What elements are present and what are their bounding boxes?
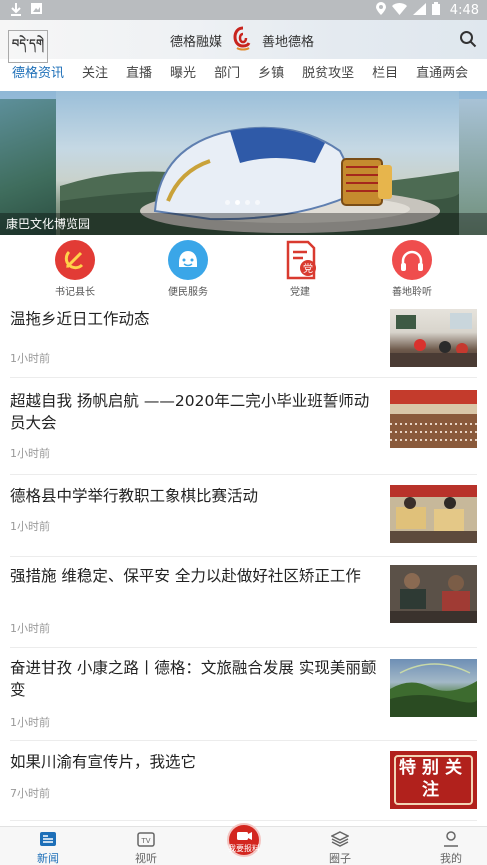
shortcut-label: 便民服务 (168, 287, 208, 298)
nav-label: 新闻 (37, 852, 59, 865)
nav-me[interactable]: 我的 (421, 831, 481, 865)
bottom-navigation: 新闻 TV 视听 我要报料 圈子 我的 (0, 823, 487, 865)
tab-xiangzhen[interactable]: 乡镇 (258, 59, 284, 91)
app-logo-icon (233, 26, 253, 52)
category-tabs: 德格资讯 关注 直播 曝光 部门 乡镇 脱贫攻坚 栏目 直通两会 (0, 59, 487, 91)
news-title: 超越自我 扬帆启航 ——2020年二完小毕业班誓师动员大会 (10, 392, 370, 432)
landscape-photo (390, 659, 477, 717)
nav-news[interactable]: 新闻 (18, 831, 78, 865)
tab-baoguang[interactable]: 曝光 (170, 59, 196, 91)
news-time: 1小时前 (10, 622, 50, 635)
headphones-icon (392, 240, 432, 280)
news-title: 德格县中学举行教职工象棋比赛活动 (10, 487, 259, 505)
tab-zhitong[interactable]: 直通两会 (416, 59, 468, 91)
banner-caption: 康巴文化博览园 (6, 217, 91, 231)
news-time: 1小时前 (10, 447, 50, 460)
tab-tuopin[interactable]: 脱贫攻坚 (302, 59, 354, 91)
carousel-indicator (225, 200, 260, 205)
svg-text:TV: TV (140, 837, 150, 845)
svg-text:党: 党 (303, 262, 313, 275)
nav-circle[interactable]: 圈子 (310, 831, 370, 865)
tab-degezixun[interactable]: 德格资讯 (12, 59, 64, 91)
news-time: 1小时前 (10, 352, 50, 365)
shortcut-shandilingting[interactable]: 善地聆听 (377, 240, 447, 298)
report-label: 我要报料 (228, 844, 260, 853)
search-icon[interactable] (459, 30, 477, 48)
tab-lanmu[interactable]: 栏目 (372, 59, 398, 91)
news-icon (39, 831, 57, 847)
carousel-dot[interactable] (245, 200, 250, 205)
shortcut-dangjian[interactable]: 党 党建 (265, 240, 335, 298)
clock: 4:48 (449, 3, 479, 18)
nav-label: 我的 (440, 852, 462, 865)
layers-icon (330, 831, 350, 847)
news-item[interactable]: 超越自我 扬帆启航 ——2020年二完小毕业班誓师动员大会 1小时前 (10, 390, 477, 475)
news-item[interactable]: 德格县中学举行教职工象棋比赛活动 1小时前 (10, 485, 477, 557)
news-title: 温拖乡近日工作动态 (10, 310, 150, 328)
special-focus-photo: 特别关注 (390, 751, 477, 809)
shortcut-bar: 书记县长 便民服务 党 党建 善地聆听 (0, 240, 487, 300)
tab-bumen[interactable]: 部门 (214, 59, 240, 91)
news-item[interactable]: 强措施 维稳定、保平安 全力以赴做好社区矫正工作 1小时前 (10, 565, 477, 648)
nav-tv[interactable]: TV 视听 (116, 831, 176, 865)
tab-guanzhu[interactable]: 关注 (82, 59, 108, 91)
shortcut-label: 党建 (290, 287, 310, 298)
tv-icon: TV (137, 831, 155, 847)
classroom-photo (390, 309, 477, 367)
assembly-photo (390, 390, 477, 448)
news-time: 7小时前 (10, 787, 50, 800)
wifi-icon (391, 2, 407, 19)
app-header: བདེ་དགེ 德格融媒 善地德格 (0, 20, 487, 63)
news-title: 如果川渝有宣传片，我选它 (10, 753, 197, 771)
news-time: 1小时前 (10, 520, 50, 533)
chess-photo (390, 485, 477, 543)
shortcut-label: 书记县长 (55, 287, 95, 298)
battery-icon (431, 2, 440, 19)
shortcut-shujixianzhang[interactable]: 书记县长 (40, 240, 110, 298)
status-bar: 4:48 (0, 0, 487, 20)
nav-label: 圈子 (329, 852, 351, 865)
user-icon (442, 831, 460, 847)
nav-label: 视听 (135, 852, 157, 865)
brand-left-text: 德格融媒 (170, 35, 223, 50)
party-building-icon: 党 (280, 240, 320, 280)
news-title: 强措施 维稳定、保平安 全力以赴做好社区矫正工作 (10, 567, 361, 585)
location-icon (375, 2, 386, 19)
carousel-dot[interactable] (225, 200, 230, 205)
news-item[interactable]: 如果川渝有宣传片，我选它 7小时前 特别关注 (10, 751, 477, 821)
news-item[interactable]: 温拖乡近日工作动态 1小时前 (10, 308, 477, 378)
carousel-dot-active[interactable] (235, 200, 240, 205)
shortcut-label: 善地聆听 (392, 287, 432, 298)
brand-right-text: 善地德格 (262, 35, 315, 50)
download-icon (10, 2, 22, 20)
party-emblem-icon (55, 240, 95, 280)
news-item[interactable]: 奋进甘孜 小康之路丨德格：文旅融合发展 实现美丽颤变 1小时前 (10, 657, 477, 741)
news-time: 1小时前 (10, 716, 50, 729)
special-focus-text: 特别关注 (399, 758, 468, 800)
tab-zhibo[interactable]: 直播 (126, 59, 152, 91)
signal-icon (412, 2, 426, 19)
news-title: 奋进甘孜 小康之路丨德格：文旅融合发展 实现美丽颤变 (10, 659, 377, 699)
carousel-dot[interactable] (255, 200, 260, 205)
meeting-photo (390, 565, 477, 623)
image-icon (30, 2, 43, 20)
smiley-icon (168, 240, 208, 280)
banner-carousel[interactable]: 康巴文化博览园 (0, 91, 487, 235)
shortcut-bianminfuwu[interactable]: 便民服务 (153, 240, 223, 298)
